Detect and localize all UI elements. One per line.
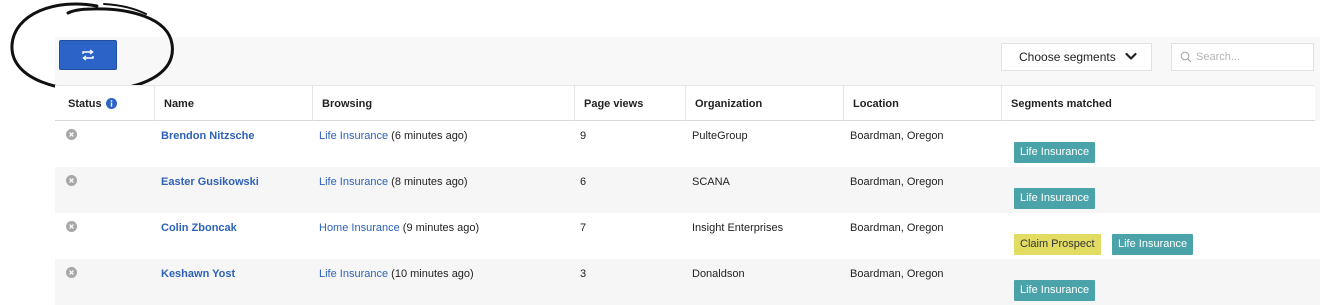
info-icon[interactable] [105, 98, 117, 109]
status-inactive-icon [66, 175, 77, 186]
column-header-segments-matched[interactable]: Segments matched [1001, 86, 1315, 121]
segment-tag-life-insurance[interactable]: Life Insurance [1014, 188, 1096, 209]
table-row: Colin Zboncak Home Insurance (9 minutes … [55, 213, 1320, 259]
segment-tag-claim-prospect[interactable]: Claim Prospect [1014, 234, 1101, 255]
chevron-down-icon [1125, 52, 1137, 60]
browsing-time: (10 minutes ago) [388, 268, 474, 280]
column-header-label: Status [68, 97, 102, 110]
table-row: Keshawn Yost Life Insurance (10 minutes … [55, 259, 1320, 305]
refresh-button[interactable] [59, 40, 117, 70]
location-value: Boardman, Oregon [850, 176, 944, 188]
segments-dropdown[interactable]: Choose segments [1001, 43, 1152, 71]
table-row: Brendon Nitzsche Life Insurance (6 minut… [55, 121, 1320, 167]
organization-value: Donaldson [692, 268, 745, 280]
page-views-value: 6 [580, 176, 587, 188]
segment-tag-life-insurance[interactable]: Life Insurance [1112, 234, 1194, 255]
column-header-name[interactable]: Name [154, 86, 312, 121]
column-header-label: Location [853, 97, 899, 110]
browsing-time: (8 minutes ago) [388, 176, 468, 188]
column-header-label: Name [164, 97, 194, 110]
browsing-cell: Home Insurance (9 minutes ago) [319, 222, 479, 234]
column-header-organization[interactable]: Organization [685, 86, 843, 121]
browsing-page-link[interactable]: Life Insurance [319, 176, 388, 188]
page-views-value: 9 [580, 130, 587, 142]
table-header: Status Name Browsing Page views Organiza… [55, 85, 1315, 121]
organization-value: Insight Enterprises [692, 222, 784, 234]
segment-tag-life-insurance[interactable]: Life Insurance [1014, 280, 1096, 301]
status-inactive-icon [66, 267, 77, 278]
location-value: Boardman, Oregon [850, 222, 944, 234]
column-header-label: Organization [695, 97, 763, 110]
segment-tag-life-insurance[interactable]: Life Insurance [1014, 142, 1096, 163]
search-icon [1180, 51, 1192, 63]
table-row: Easter Gusikowski Life Insurance (8 minu… [55, 167, 1320, 213]
segments-dropdown-label: Choose segments [1019, 50, 1116, 64]
location-value: Boardman, Oregon [850, 268, 944, 280]
browsing-time: (6 minutes ago) [388, 130, 468, 142]
column-header-label: Segments matched [1011, 97, 1112, 110]
visitor-name-link[interactable]: Keshawn Yost [161, 268, 235, 280]
page-views-value: 3 [580, 268, 587, 280]
browsing-cell: Life Insurance (8 minutes ago) [319, 176, 468, 188]
browsing-time: (9 minutes ago) [399, 222, 480, 234]
status-inactive-icon [66, 221, 77, 232]
browsing-cell: Life Insurance (6 minutes ago) [319, 130, 468, 142]
status-inactive-icon [66, 129, 77, 140]
search-box[interactable] [1171, 43, 1314, 71]
page-views-value: 7 [580, 222, 587, 234]
visitor-name-link[interactable]: Colin Zboncak [161, 222, 237, 234]
column-header-page-views[interactable]: Page views [574, 86, 685, 121]
column-header-location[interactable]: Location [843, 86, 1001, 121]
browsing-page-link[interactable]: Home Insurance [319, 222, 400, 234]
refresh-icon [82, 49, 94, 61]
organization-value: SCANA [692, 176, 730, 188]
visitor-name-link[interactable]: Brendon Nitzsche [161, 130, 255, 142]
organization-value: PulteGroup [692, 130, 748, 142]
search-input[interactable] [1196, 51, 1304, 63]
browsing-page-link[interactable]: Life Insurance [319, 130, 388, 142]
column-header-label: Page views [584, 97, 644, 110]
column-header-browsing[interactable]: Browsing [312, 86, 574, 121]
column-header-label: Browsing [322, 97, 373, 110]
browsing-page-link[interactable]: Life Insurance [319, 268, 388, 280]
browsing-cell: Life Insurance (10 minutes ago) [319, 268, 474, 280]
column-header-status[interactable]: Status [55, 86, 154, 121]
visitor-name-link[interactable]: Easter Gusikowski [161, 176, 259, 188]
location-value: Boardman, Oregon [850, 130, 944, 142]
